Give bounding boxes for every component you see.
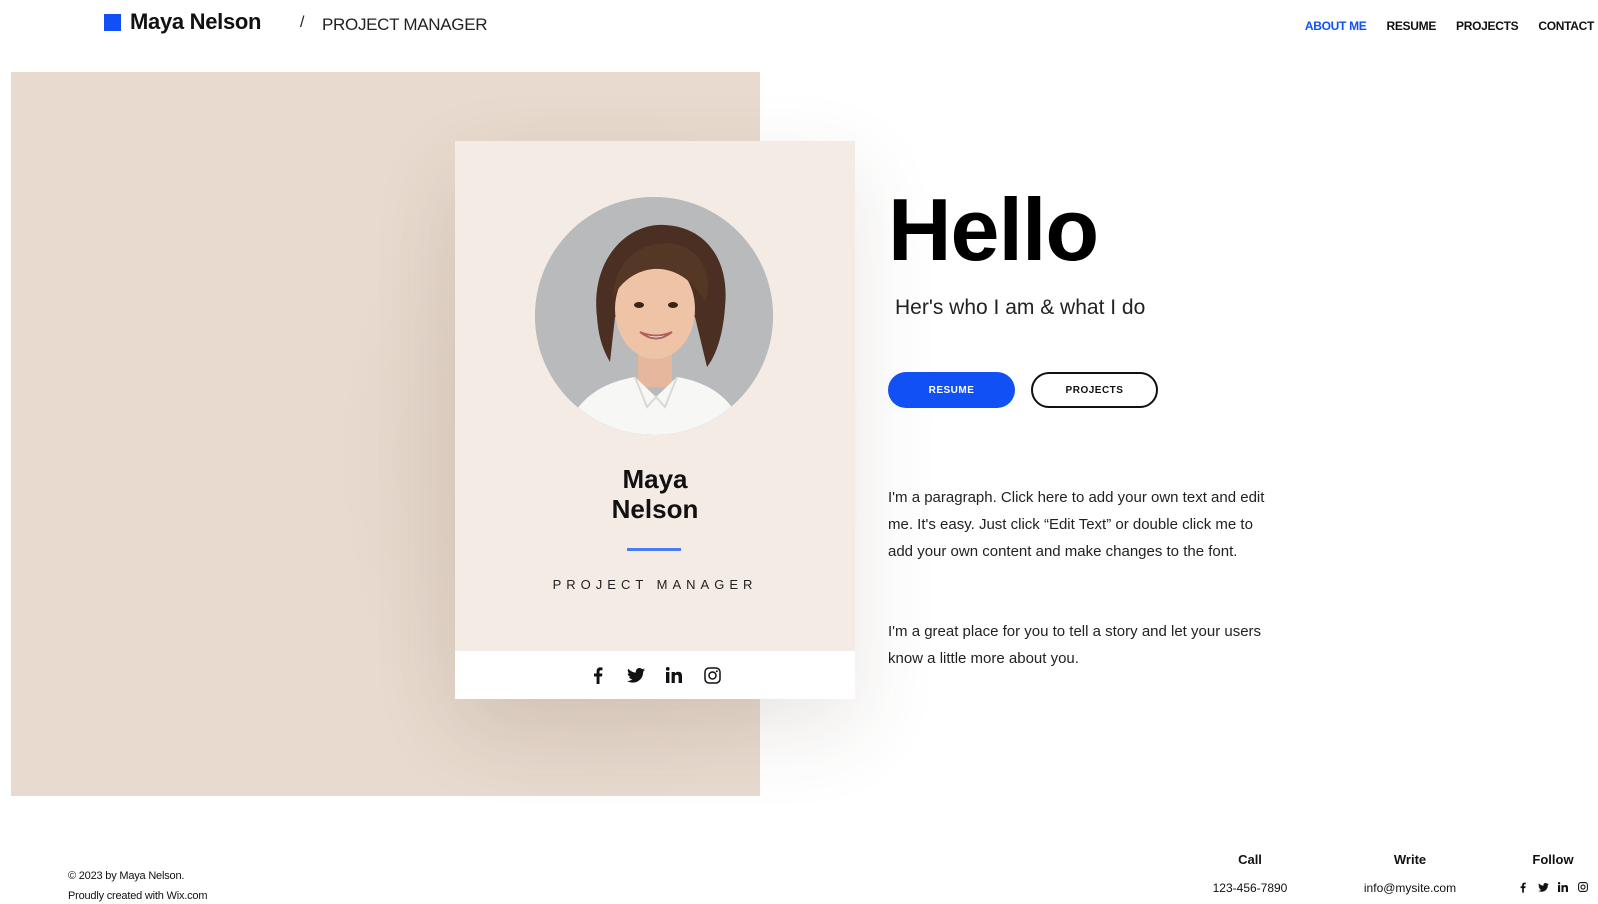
main-nav: ABOUT ME RESUME PROJECTS CONTACT xyxy=(1305,19,1594,33)
email-link[interactable]: info@mysite.com xyxy=(1340,881,1480,895)
profile-card: Maya Nelson PROJECT MANAGER xyxy=(455,141,855,699)
avatar xyxy=(535,197,773,435)
brand-role: PROJECT MANAGER xyxy=(322,15,488,34)
instagram-icon[interactable] xyxy=(1578,881,1589,893)
call-heading: Call xyxy=(1238,852,1262,867)
twitter-icon[interactable] xyxy=(626,665,646,685)
footer-write: Write info@mysite.com xyxy=(1340,852,1480,895)
copyright-text: © 2023 by Maya Nelson. xyxy=(68,870,185,882)
nav-about-me[interactable]: ABOUT ME xyxy=(1305,19,1367,33)
card-name: Maya Nelson xyxy=(455,464,855,524)
projects-button[interactable]: PROJECTS xyxy=(1031,372,1158,408)
card-first-name: Maya xyxy=(622,464,688,494)
footer-social-icons xyxy=(1508,881,1598,893)
instagram-icon[interactable] xyxy=(702,665,722,685)
site-header: Maya Nelson / PROJECT MANAGER ABOUT ME R… xyxy=(0,0,1598,50)
twitter-icon[interactable] xyxy=(1537,881,1549,893)
footer-call: Call 123-456-7890 xyxy=(1190,852,1310,895)
intro-paragraph: I'm a paragraph. Click here to add your … xyxy=(888,489,1265,560)
brand-name[interactable]: Maya Nelson xyxy=(130,9,262,35)
nav-projects[interactable]: PROJECTS xyxy=(1456,19,1519,33)
follow-heading: Follow xyxy=(1532,852,1574,867)
facebook-icon[interactable] xyxy=(588,665,608,685)
card-social-bar xyxy=(455,651,855,699)
hero-tagline: Her's who I am & what I do xyxy=(895,296,1146,319)
linkedin-icon[interactable] xyxy=(1558,881,1569,893)
footer-copyright: © 2023 by Maya Nelson. Proudly created w… xyxy=(68,866,207,904)
resume-button[interactable]: RESUME xyxy=(888,372,1015,408)
phone-number[interactable]: 123-456-7890 xyxy=(1190,881,1310,895)
card-last-name: Nelson xyxy=(611,494,699,524)
facebook-icon[interactable] xyxy=(1518,881,1529,893)
wix-credit[interactable]: Proudly created with Wix.com xyxy=(68,886,207,904)
portrait-image xyxy=(535,197,773,435)
hero-title: Hello xyxy=(888,180,1099,279)
story-paragraph: I'm a great place for you to tell a stor… xyxy=(888,623,1262,667)
brand-separator: / xyxy=(300,14,305,31)
card-divider xyxy=(627,548,681,551)
footer-follow: Follow xyxy=(1508,852,1598,893)
linkedin-icon[interactable] xyxy=(664,665,684,685)
brand-logo-square xyxy=(104,14,121,31)
nav-resume[interactable]: RESUME xyxy=(1386,19,1436,33)
write-heading: Write xyxy=(1393,852,1427,867)
card-role: PROJECT MANAGER xyxy=(552,577,758,592)
nav-contact[interactable]: CONTACT xyxy=(1538,19,1594,33)
